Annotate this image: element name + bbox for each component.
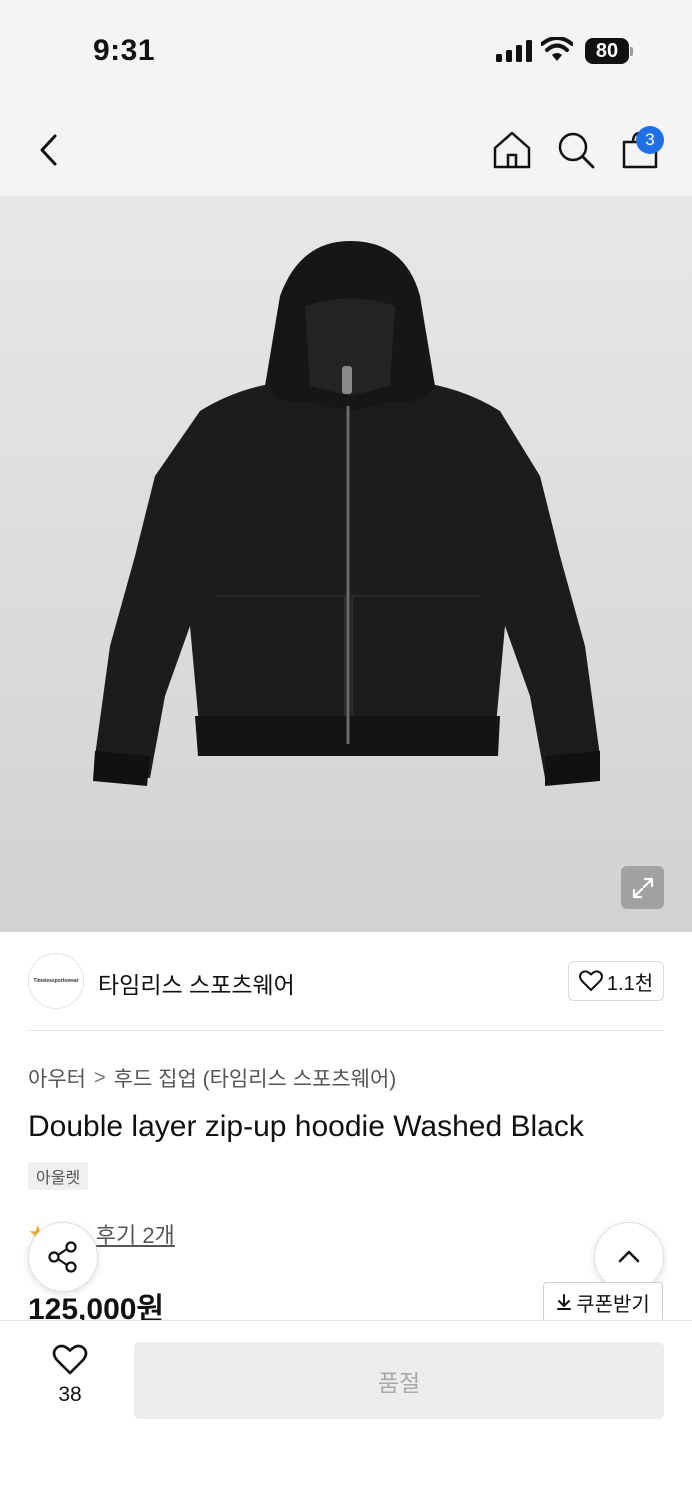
- cart-count-badge: 3: [636, 126, 664, 154]
- heart-outline-icon: [52, 1344, 88, 1375]
- product-title: Double layer zip-up hoodie Washed Black: [28, 1110, 584, 1143]
- brand-logo-text: Timelessportswear: [33, 978, 79, 984]
- status-time: 9:31: [93, 34, 156, 67]
- download-icon: [557, 1294, 572, 1310]
- home-icon[interactable]: [490, 128, 534, 172]
- back-arrow-icon[interactable]: [28, 128, 72, 172]
- wishlist-count: 38: [58, 1383, 82, 1406]
- breadcrumb-category[interactable]: 아우터: [28, 1063, 86, 1093]
- wishlist-button[interactable]: 38: [40, 1344, 100, 1407]
- brand-logo[interactable]: Timelessportswear: [28, 953, 84, 1009]
- outlet-tag: 아울렛: [28, 1162, 89, 1190]
- battery-level: 80: [585, 38, 629, 64]
- brand-like-count: 1.1천: [606, 972, 654, 995]
- search-icon[interactable]: [554, 128, 598, 172]
- heart-outline-icon: [578, 970, 603, 991]
- share-icon: [48, 1241, 77, 1273]
- wifi-icon: [541, 37, 573, 61]
- cellular-signal-icon: [496, 40, 532, 62]
- breadcrumb-subcategory[interactable]: 후드 집업 (타임리스 스포츠웨어): [114, 1063, 397, 1093]
- share-button[interactable]: [28, 1222, 98, 1292]
- hoodie-illustration: [93, 241, 600, 786]
- status-bar: 9:31 80: [0, 0, 692, 100]
- breadcrumb: 아우터 > 후드 집업 (타임리스 스포츠웨어): [28, 1063, 396, 1093]
- brand-like-button[interactable]: 1.1천: [568, 961, 664, 1001]
- brand-name[interactable]: 타임리스 스포츠웨어: [98, 966, 295, 1000]
- battery-icon: 80: [585, 38, 633, 64]
- expand-icon: [632, 877, 653, 898]
- chevron-up-icon: [618, 1250, 640, 1263]
- coupon-button[interactable]: 쿠폰받기: [543, 1282, 663, 1322]
- breadcrumb-separator: >: [93, 1066, 106, 1089]
- coupon-label: 쿠폰받기: [576, 1293, 650, 1316]
- product-image[interactable]: [0, 196, 692, 932]
- divider: [28, 1030, 664, 1031]
- sold-out-button[interactable]: 품절: [134, 1342, 664, 1419]
- expand-image-button[interactable]: [621, 866, 664, 909]
